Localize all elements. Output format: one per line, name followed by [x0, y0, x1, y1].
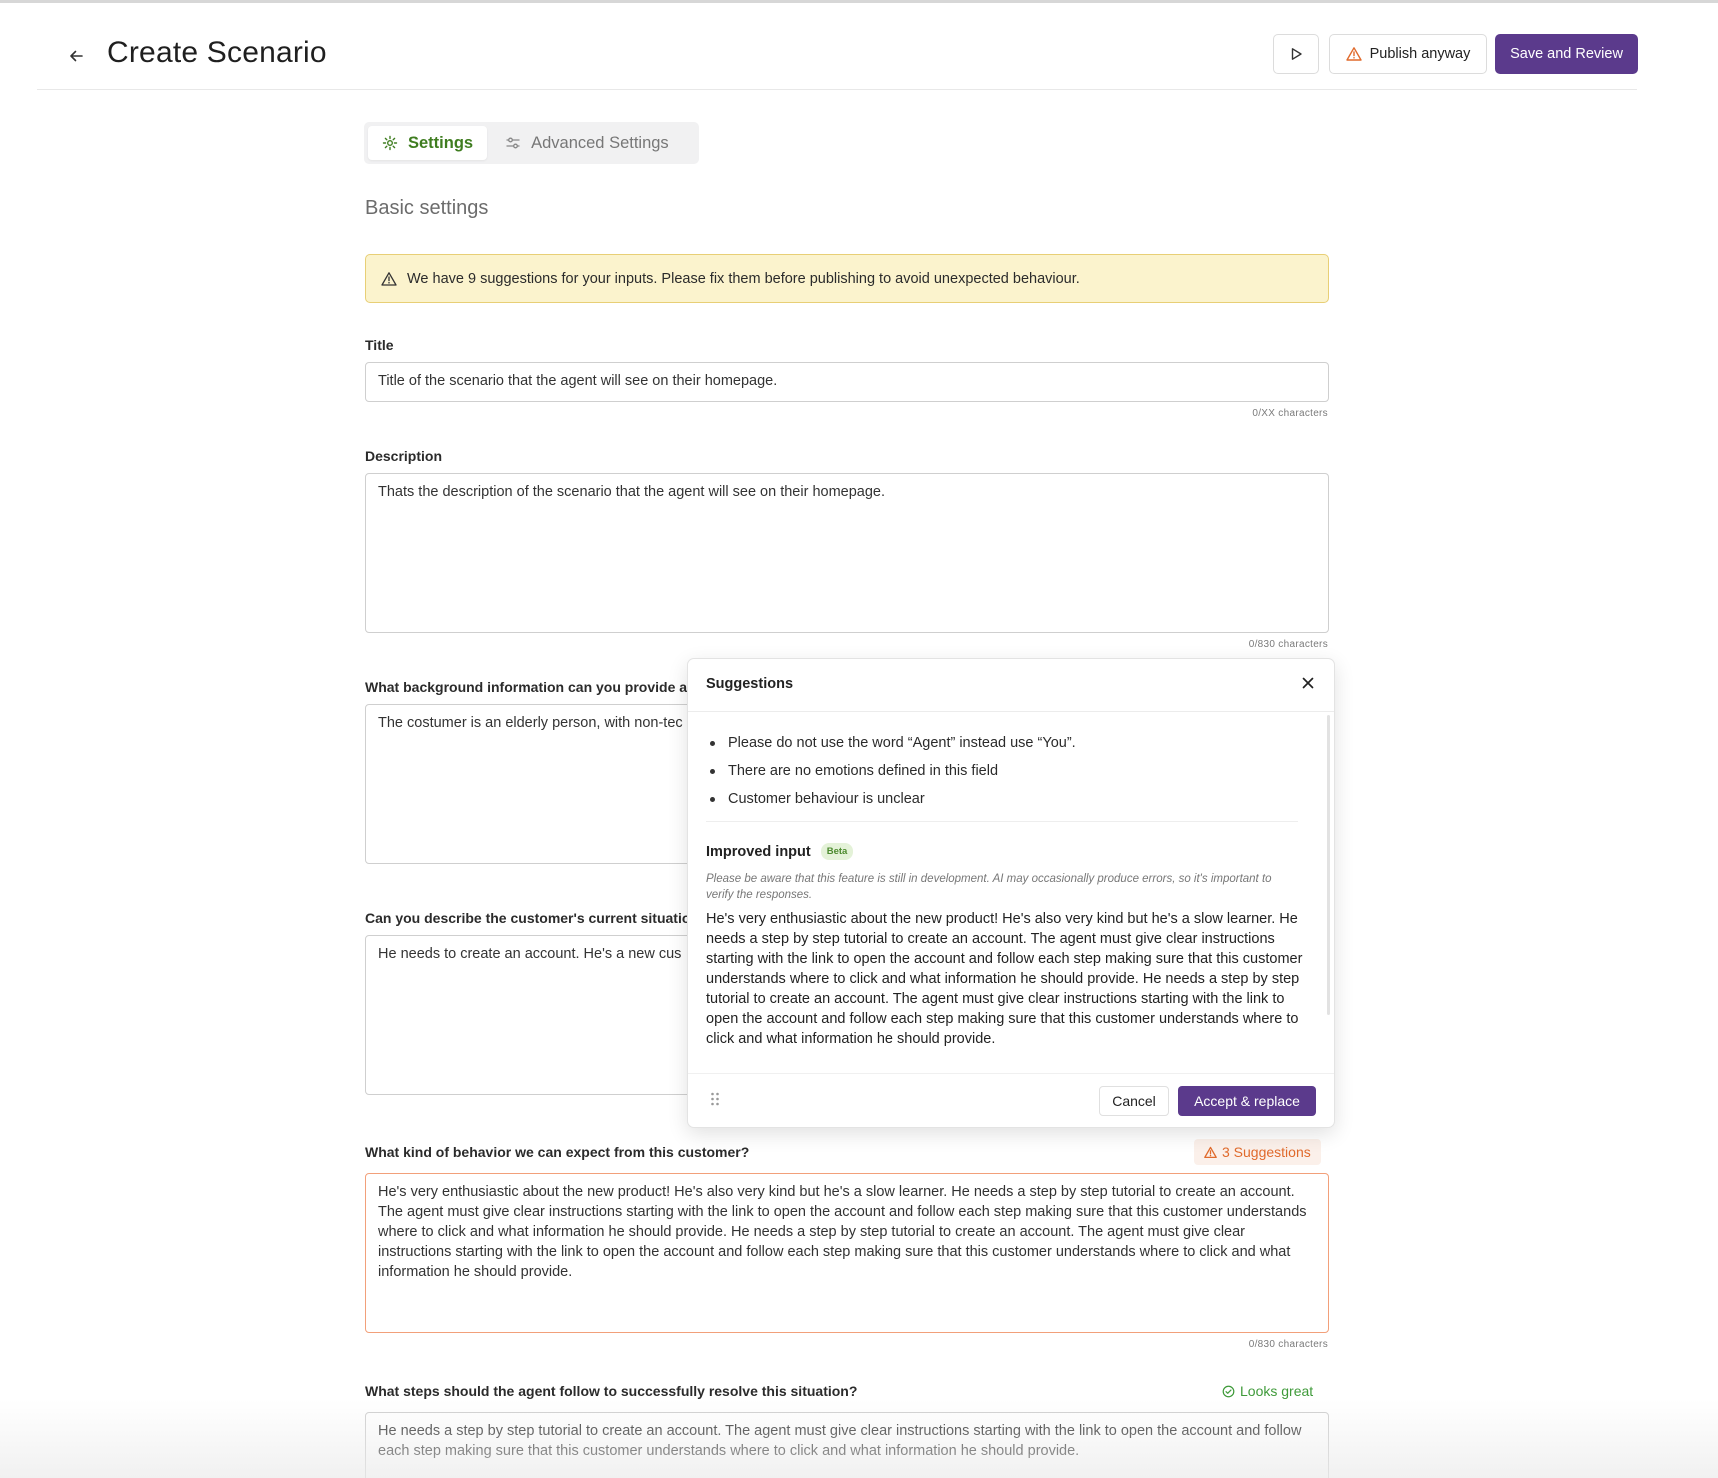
popover-divider — [688, 711, 1334, 712]
behavior-label: What kind of behavior we can expect from… — [365, 1144, 750, 1160]
warning-icon — [1204, 1146, 1217, 1158]
sliders-icon — [506, 137, 520, 149]
suggestions-badge[interactable]: 3 Suggestions — [1194, 1139, 1321, 1165]
description-char-counter: 0/830 characters — [1248, 639, 1328, 650]
steps-textarea[interactable]: He needs a step by step tutorial to crea… — [365, 1412, 1329, 1478]
suggestions-alert: We have 9 suggestions for your inputs. P… — [365, 254, 1329, 303]
alert-text: We have 9 suggestions for your inputs. P… — [407, 270, 1080, 287]
suggestions-list: Please do not use the word “Agent” inste… — [706, 729, 1076, 813]
background-label: What background information can you prov… — [365, 679, 687, 695]
popover-footer-divider — [688, 1073, 1334, 1074]
situation-label: Can you describe the customer's current … — [365, 910, 687, 926]
publish-anyway-label: Publish anyway — [1369, 46, 1471, 62]
description-textarea[interactable]: Thats the description of the scenario th… — [365, 473, 1329, 633]
save-and-review-button[interactable]: Save and Review — [1495, 34, 1638, 74]
check-circle-icon — [1222, 1385, 1235, 1397]
suggestion-item: There are no emotions defined in this fi… — [706, 757, 1076, 785]
arrow-left-icon — [70, 50, 83, 62]
popover-separator — [706, 821, 1298, 822]
section-title: Basic settings — [365, 197, 489, 219]
ai-disclaimer: Please be aware that this feature is sti… — [706, 873, 1272, 901]
title-input[interactable]: Title of the scenario that the agent wil… — [365, 362, 1329, 402]
suggestions-popover: Suggestions Please do not use the word “… — [687, 658, 1335, 1128]
popover-scrollbar[interactable] — [1327, 715, 1330, 1015]
beta-badge: Beta — [820, 843, 854, 860]
play-icon — [1291, 48, 1302, 60]
back-button[interactable] — [62, 42, 90, 70]
improved-input-heading: Improved input Beta — [706, 843, 854, 860]
drag-handle-icon — [711, 1092, 719, 1106]
settings-tabs: Settings Advanced Settings — [364, 122, 699, 164]
description-label: Description — [365, 448, 443, 464]
title-label: Title — [365, 337, 394, 353]
warning-icon — [1345, 47, 1362, 61]
tab-advanced-settings-label: Advanced Settings — [531, 133, 669, 152]
preview-play-button[interactable] — [1273, 34, 1319, 74]
suggestion-item: Customer behaviour is unclear — [706, 785, 1076, 813]
accept-replace-button[interactable]: Accept & replace — [1178, 1086, 1316, 1116]
suggestions-badge-label: 3 Suggestions — [1222, 1144, 1311, 1160]
drag-handle[interactable] — [710, 1091, 720, 1112]
top-border — [0, 0, 1718, 3]
title-char-counter: 0/XX characters — [1252, 408, 1328, 419]
tab-advanced-settings[interactable]: Advanced Settings — [491, 126, 683, 160]
close-button[interactable] — [1296, 671, 1320, 695]
page-header: Create Scenario Publish anyway Save and … — [37, 30, 1638, 90]
looks-great-badge: Looks great — [1212, 1378, 1323, 1404]
warning-icon — [381, 271, 397, 286]
suggestion-item: Please do not use the word “Agent” inste… — [706, 729, 1076, 757]
behavior-char-counter: 0/830 characters — [1248, 1339, 1328, 1350]
tab-settings[interactable]: Settings — [368, 126, 488, 160]
steps-label: What steps should the agent follow to su… — [365, 1383, 858, 1399]
publish-anyway-button[interactable]: Publish anyway — [1329, 34, 1487, 74]
page-title: Create Scenario — [107, 36, 327, 69]
tab-settings-label: Settings — [408, 133, 474, 152]
improved-input-label: Improved input — [706, 843, 811, 860]
popover-title: Suggestions — [706, 676, 794, 692]
improved-input-text: He's very enthusiastic about the new pro… — [706, 911, 1303, 1047]
cancel-button[interactable]: Cancel — [1099, 1086, 1169, 1116]
close-icon — [1302, 677, 1314, 689]
looks-great-label: Looks great — [1240, 1383, 1314, 1399]
gear-icon — [382, 135, 398, 151]
behavior-textarea[interactable]: He's very enthusiastic about the new pro… — [365, 1173, 1329, 1333]
